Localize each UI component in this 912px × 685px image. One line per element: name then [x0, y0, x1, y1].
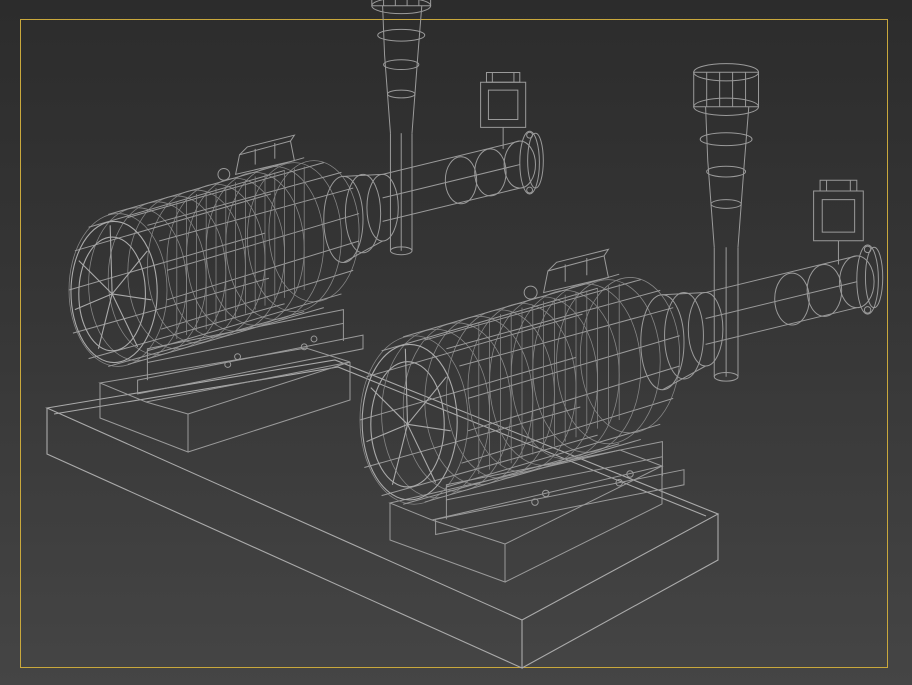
foundation-slab	[47, 360, 718, 668]
pump-motor-right	[359, 63, 884, 536]
wireframe-scene[interactable]	[0, 0, 912, 685]
pump-motor-left	[68, 0, 544, 395]
